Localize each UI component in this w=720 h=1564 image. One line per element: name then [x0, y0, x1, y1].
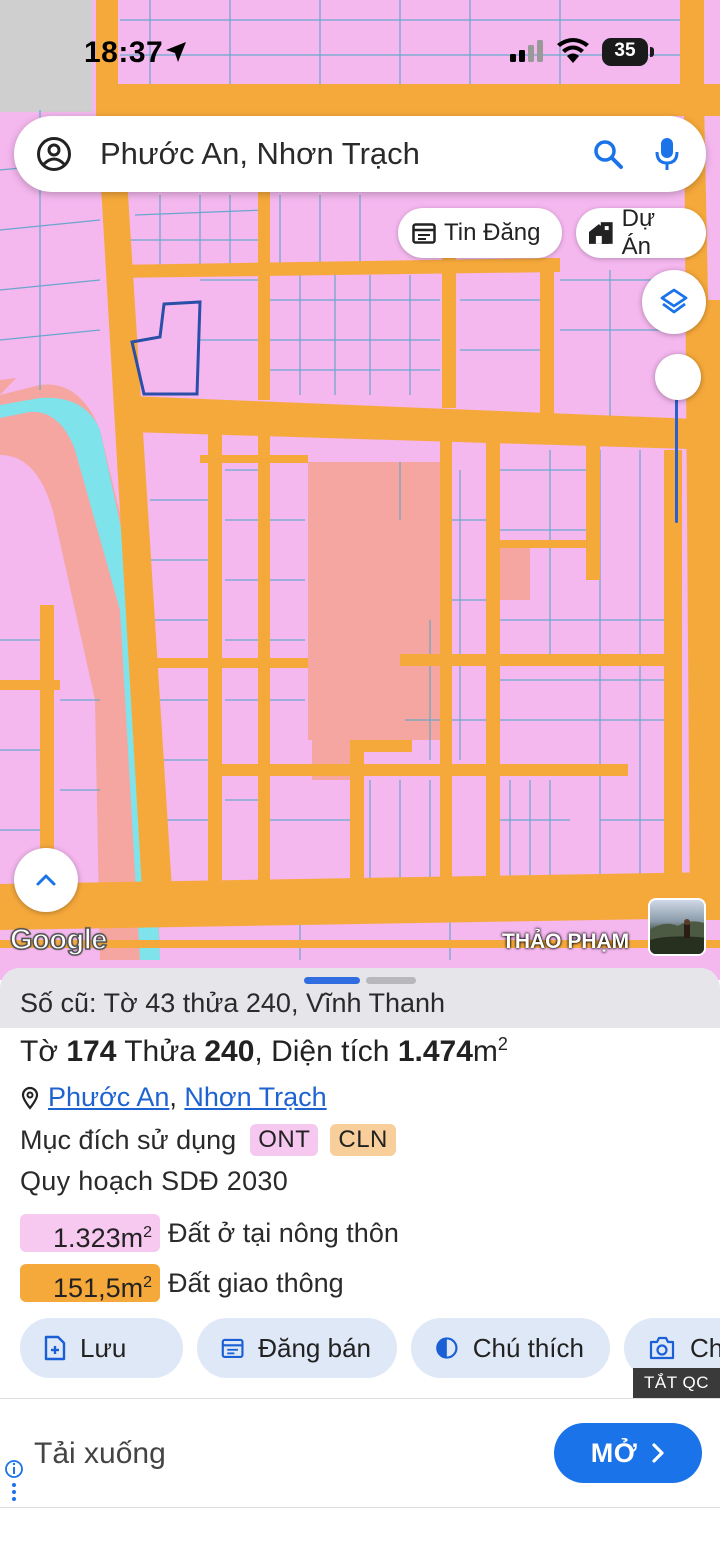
zone-residential-label: Đất ở tại nông thôn: [168, 1217, 399, 1248]
search-icon[interactable]: [592, 138, 624, 170]
sheet-header[interactable]: Số cũ: Tờ 43 thửa 240, Vĩnh Thanh: [0, 968, 720, 1028]
battery-icon: 35: [602, 38, 654, 66]
legend-button-label: Chú thích: [472, 1332, 584, 1363]
purpose-tag-ont: ONT: [250, 1124, 319, 1156]
battery-level: 35: [614, 40, 636, 61]
chevron-right-icon: [652, 1443, 664, 1463]
listing-calendar-icon: [221, 1338, 244, 1359]
plan-heading: Quy hoạch SDĐ 2030: [20, 1166, 289, 1196]
status-time: 18:37: [84, 36, 164, 69]
ad-open-button[interactable]: MỞ: [554, 1423, 702, 1483]
parcel-summary: Tờ 174 Thửa 240, Diện tích 1.474m2: [20, 1034, 508, 1068]
area-unit-sup: 2: [497, 1034, 508, 1054]
map-view[interactable]: 18:37 35 Phước An, Nhơn Trạch Tin Đăng D…: [0, 0, 720, 980]
plot-number: 240: [204, 1035, 255, 1068]
plot-label: Thửa: [124, 1035, 196, 1068]
parcel-location: Phước An, Nhơn Trạch: [20, 1082, 327, 1113]
zone-residential-area: 1.323m2: [20, 1214, 160, 1253]
sheet-drag-handle-active[interactable]: [304, 977, 360, 984]
building-icon: [588, 222, 613, 244]
location-pin-icon: [21, 1086, 39, 1110]
sheet-drag-handle-inactive[interactable]: [366, 977, 416, 984]
area-label: Diện tích: [271, 1035, 390, 1068]
ad-banner[interactable]: Tải xuống MỞ: [0, 1398, 720, 1508]
sheet-label: Tờ: [20, 1035, 58, 1068]
photo-credit: THẢO PHẠM: [502, 930, 630, 953]
camera-icon: [649, 1336, 675, 1360]
action-buttons: Lưu Đăng bán Chú thích Ch: [20, 1318, 720, 1378]
layers-icon: [660, 288, 688, 314]
listing-calendar-icon: [412, 223, 436, 244]
wifi-icon: [557, 38, 589, 63]
district-link[interactable]: Nhơn Trạch: [184, 1082, 326, 1112]
save-button[interactable]: Lưu: [20, 1318, 183, 1378]
landscape-photo: [650, 919, 704, 954]
save-file-icon: [44, 1335, 66, 1361]
google-attribution: Google: [9, 923, 108, 957]
legend-button[interactable]: Chú thích: [411, 1318, 610, 1378]
expand-sheet-button[interactable]: [14, 848, 78, 912]
street-photo-thumbnail[interactable]: [648, 898, 706, 956]
account-icon[interactable]: [36, 136, 72, 172]
ward-link[interactable]: Phước An: [48, 1082, 169, 1112]
cellular-signal-icon: [510, 40, 543, 62]
land-use-purpose: Mục đích sử dụng ONT CLN: [20, 1124, 396, 1156]
map-public-land: [308, 462, 440, 740]
purpose-label: Mục đích sử dụng: [20, 1124, 237, 1155]
parcel-info-sheet: Số cũ: Tờ 43 thửa 240, Vĩnh Thanh Tờ 174…: [0, 968, 720, 1564]
ad-open-label: MỞ: [590, 1437, 638, 1468]
ad-title: Tải xuống: [34, 1437, 166, 1470]
post-for-sale-button[interactable]: Đăng bán: [197, 1318, 397, 1378]
chevron-up-icon: [36, 874, 56, 886]
search-query[interactable]: Phước An, Nhơn Trạch: [100, 136, 420, 172]
projects-chip[interactable]: Dự Án: [576, 205, 706, 260]
capture-button-label: Ch: [690, 1332, 720, 1363]
microphone-icon[interactable]: [654, 136, 680, 172]
old-parcel-number: Số cũ: Tờ 43 thửa 240, Vĩnh Thanh: [20, 988, 446, 1018]
location-arrow-icon: [166, 42, 186, 62]
area-value: 1.474: [397, 1035, 473, 1068]
purpose-tag-cln: CLN: [330, 1124, 396, 1156]
hide-ads-button[interactable]: TẮT QC: [633, 1368, 720, 1398]
listings-chip-label: Tin Đăng: [444, 219, 541, 246]
opacity-slider-handle[interactable]: [655, 354, 701, 400]
sheet-number: 174: [66, 1035, 117, 1068]
zone-transport-area: 151,5m2: [20, 1264, 160, 1303]
zone-transport: 151,5m2 Đất giao thông: [20, 1264, 344, 1303]
layers-button[interactable]: [642, 270, 706, 334]
save-button-label: Lưu: [80, 1332, 127, 1363]
listings-chip[interactable]: Tin Đăng: [398, 208, 562, 258]
search-bar[interactable]: Phước An, Nhơn Trạch: [14, 116, 706, 192]
projects-chip-label: Dự Án: [621, 205, 656, 260]
post-for-sale-label: Đăng bán: [258, 1332, 371, 1363]
zone-transport-label: Đất giao thông: [168, 1267, 344, 1298]
contrast-icon: [436, 1337, 458, 1359]
ad-info-icon[interactable]: [4, 1459, 24, 1505]
zone-residential: 1.323m2 Đất ở tại nông thôn: [20, 1214, 399, 1253]
area-unit: m: [472, 1035, 498, 1068]
status-bar: 18:37 35: [0, 0, 720, 100]
